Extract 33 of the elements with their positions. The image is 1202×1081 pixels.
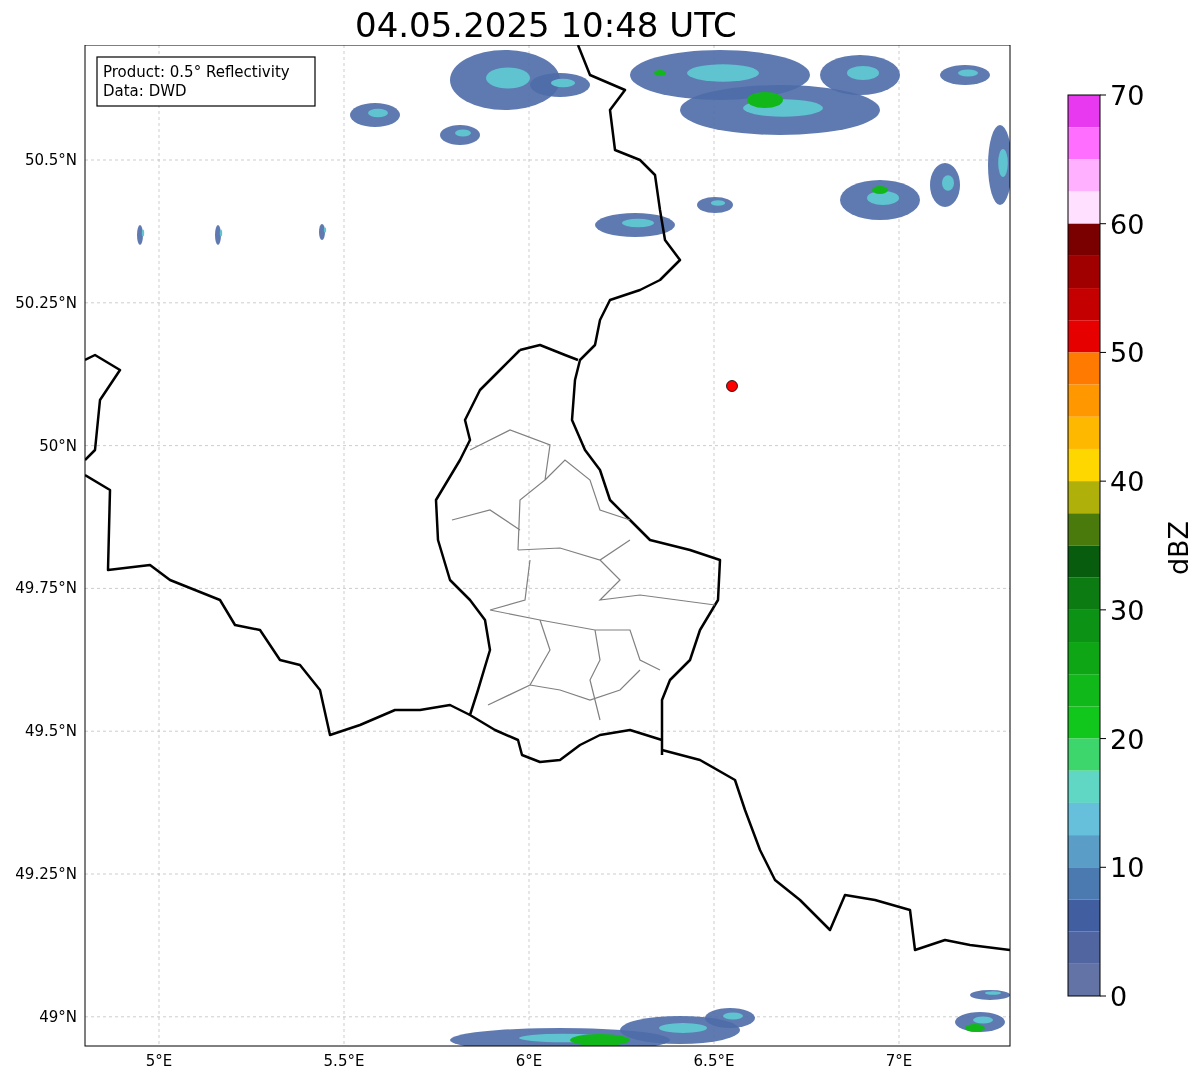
info-text: Product: 0.5° Reflectivity xyxy=(103,63,290,81)
info-text: Data: DWD xyxy=(103,82,187,100)
colorbar-tick xyxy=(1099,995,1107,997)
latitude-label: 50.25°N xyxy=(15,293,77,312)
colorbar-tick-label: 40 xyxy=(1110,466,1145,498)
latitude-label: 49.25°N xyxy=(15,865,77,883)
radar-site-marker xyxy=(726,380,738,392)
longitude-label: 5.5°E xyxy=(323,1052,365,1070)
colorbar-tick xyxy=(1099,223,1107,225)
colorbar-tick-label: 70 xyxy=(1110,80,1145,111)
colorbar-tick xyxy=(1099,94,1107,96)
colorbar-tick xyxy=(1099,866,1107,868)
colorbar-tick-label: 10 xyxy=(1110,852,1145,884)
chart-title: 04.05.2025 10:48 UTC xyxy=(354,4,738,45)
colorbar-tick-label: 0 xyxy=(1110,981,1128,1012)
colorbar-tick xyxy=(1099,351,1107,353)
colorbar-tick xyxy=(1099,480,1107,482)
latitude-label: 49.75°N xyxy=(15,579,77,598)
longitude-label: 5°E xyxy=(145,1052,173,1070)
colorbar-label: dBZ xyxy=(1163,520,1194,576)
longitude-label: 6.5°E xyxy=(693,1052,735,1070)
latitude-label: 49.5°N xyxy=(24,722,77,741)
latitude-label: 50.5°N xyxy=(24,151,77,169)
colorbar-tick xyxy=(1099,609,1107,611)
latitude-label: 50°N xyxy=(39,436,77,455)
longitude-label: 7°E xyxy=(885,1052,913,1070)
colorbar-tick-label: 30 xyxy=(1110,594,1145,626)
latitude-label: 49°N xyxy=(39,1007,77,1026)
colorbar-tick xyxy=(1099,738,1107,740)
colorbar-tick-label: 60 xyxy=(1110,208,1145,240)
colorbar-tick-label: 50 xyxy=(1110,337,1145,369)
colorbar-tick-label: 20 xyxy=(1110,723,1145,755)
longitude-label: 6°E xyxy=(515,1052,543,1070)
